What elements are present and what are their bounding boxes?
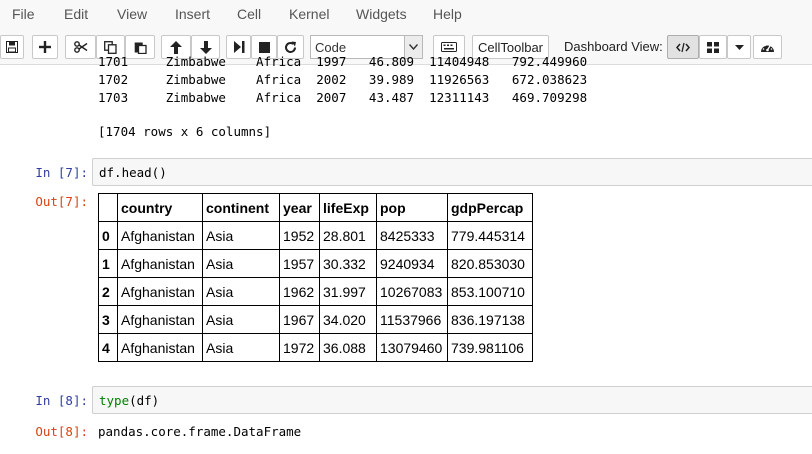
table-cell: Asia — [202, 333, 280, 362]
table-cell: 36.088 — [319, 333, 377, 362]
table-header-row: country continent year lifeExp pop gdpPe… — [98, 193, 533, 222]
table-cell: Afghanistan — [117, 249, 203, 278]
table-cell: 9240934 — [376, 249, 448, 278]
grid-icon — [707, 41, 719, 53]
column-header — [98, 193, 118, 222]
menu-cell[interactable]: Cell — [237, 6, 261, 22]
table-cell: 8425333 — [376, 221, 448, 250]
menu-bar: File Edit View Insert Cell Kernel Widget… — [0, 0, 812, 30]
row-index: 0 — [98, 221, 118, 250]
save-button[interactable] — [0, 35, 24, 59]
dataframe-table: country continent year lifeExp pop gdpPe… — [98, 193, 533, 362]
table-cell: 1957 — [279, 249, 320, 278]
menu-help[interactable]: Help — [433, 6, 462, 22]
output-prompt: Out[8]: — [35, 424, 88, 439]
cell-type-value: Code — [315, 40, 347, 55]
layout-dropdown-button[interactable] — [727, 35, 751, 59]
plus-icon — [39, 41, 51, 53]
table-cell: Afghanistan — [117, 221, 203, 250]
row-index: 4 — [98, 333, 118, 362]
table-cell: 820.853030 — [447, 249, 533, 278]
floppy-disk-icon — [6, 41, 18, 53]
output-prompt: Out[7]: — [35, 194, 88, 209]
builtin-function: type — [99, 393, 130, 408]
paste-icon — [134, 42, 147, 54]
table-cell: Asia — [202, 221, 280, 250]
dashboard-preview-button[interactable] — [753, 35, 782, 59]
table-cell: 30.332 — [319, 249, 377, 278]
table-cell: 28.801 — [319, 221, 377, 250]
table-cell: 853.100710 — [447, 277, 533, 306]
table-cell: Asia — [202, 305, 280, 334]
table-cell: Afghanistan — [117, 305, 203, 334]
code-icon — [676, 42, 690, 52]
table-cell: 31.997 — [319, 277, 377, 306]
table-cell: 1962 — [279, 277, 320, 306]
code-view-button[interactable] — [667, 35, 699, 59]
table-cell: 1972 — [279, 333, 320, 362]
column-header: continent — [202, 193, 280, 222]
arrow-up-icon — [170, 40, 182, 54]
code-cell-input[interactable]: type(df) — [92, 386, 812, 414]
refresh-icon — [285, 41, 297, 53]
column-header: year — [279, 193, 320, 222]
row-index: 2 — [98, 277, 118, 306]
table-row: 3 Afghanistan Asia 1967 34.020 11537966 … — [98, 305, 533, 334]
scissors-icon — [73, 41, 87, 53]
menu-kernel[interactable]: Kernel — [289, 6, 329, 22]
row-index: 3 — [98, 305, 118, 334]
table-cell: 739.981106 — [447, 333, 533, 362]
table-cell: 779.445314 — [447, 221, 533, 250]
column-header: gdpPercap — [447, 193, 533, 222]
insert-cell-button[interactable] — [32, 35, 58, 59]
code-text: df.head() — [99, 165, 167, 180]
code-args: (df) — [129, 393, 160, 408]
column-header: lifeExp — [319, 193, 377, 222]
menu-edit[interactable]: Edit — [64, 6, 88, 22]
table-cell: 10267083 — [376, 277, 448, 306]
output-row: 1701 Zimbabwe Africa 1997 46.809 1140494… — [98, 54, 588, 69]
table-cell: Afghanistan — [117, 277, 203, 306]
table-row: 1 Afghanistan Asia 1957 30.332 9240934 8… — [98, 249, 533, 278]
table-row: 4 Afghanistan Asia 1972 36.088 13079460 … — [98, 333, 533, 362]
menu-widgets[interactable]: Widgets — [356, 6, 407, 22]
output-text: pandas.core.frame.DataFrame — [98, 424, 302, 439]
table-cell: 1967 — [279, 305, 320, 334]
step-forward-icon — [233, 41, 244, 53]
table-row: 0 Afghanistan Asia 1952 28.801 8425333 7… — [98, 221, 533, 250]
column-header: pop — [376, 193, 448, 222]
menu-file[interactable]: File — [12, 6, 35, 22]
keyboard-icon — [441, 42, 457, 52]
stop-icon — [258, 41, 270, 53]
table-cell: 11537966 — [376, 305, 448, 334]
table-cell: Asia — [202, 249, 280, 278]
table-cell: Asia — [202, 277, 280, 306]
table-cell: 1952 — [279, 221, 320, 250]
menu-view[interactable]: View — [117, 6, 147, 22]
caret-down-icon — [734, 44, 744, 50]
table-row: 2 Afghanistan Asia 1962 31.997 10267083 … — [98, 277, 533, 306]
table-cell: Afghanistan — [117, 333, 203, 362]
dashboard-icon — [761, 43, 774, 52]
column-header: country — [117, 193, 203, 222]
table-cell: 836.197138 — [447, 305, 533, 334]
table-cell: 13079460 — [376, 333, 448, 362]
menu-insert[interactable]: Insert — [175, 6, 210, 22]
code-text: type(df) — [99, 393, 159, 408]
table-cell: 34.020 — [319, 305, 377, 334]
output-row: 1702 Zimbabwe Africa 2002 39.989 1192656… — [98, 72, 588, 87]
code-cell-input[interactable]: df.head() — [92, 158, 812, 186]
grid-layout-button[interactable] — [699, 35, 727, 59]
input-prompt: In [7]: — [35, 165, 88, 180]
cut-button[interactable] — [65, 35, 96, 59]
arrow-down-icon — [199, 40, 212, 54]
output-row: 1703 Zimbabwe Africa 2007 43.487 1231114… — [98, 90, 588, 105]
dashboard-view-label: Dashboard View: — [564, 39, 663, 54]
output-summary: [1704 rows x 6 columns] — [98, 124, 272, 139]
input-prompt: In [8]: — [35, 393, 88, 408]
row-index: 1 — [98, 249, 118, 278]
copy-icon — [104, 40, 117, 54]
